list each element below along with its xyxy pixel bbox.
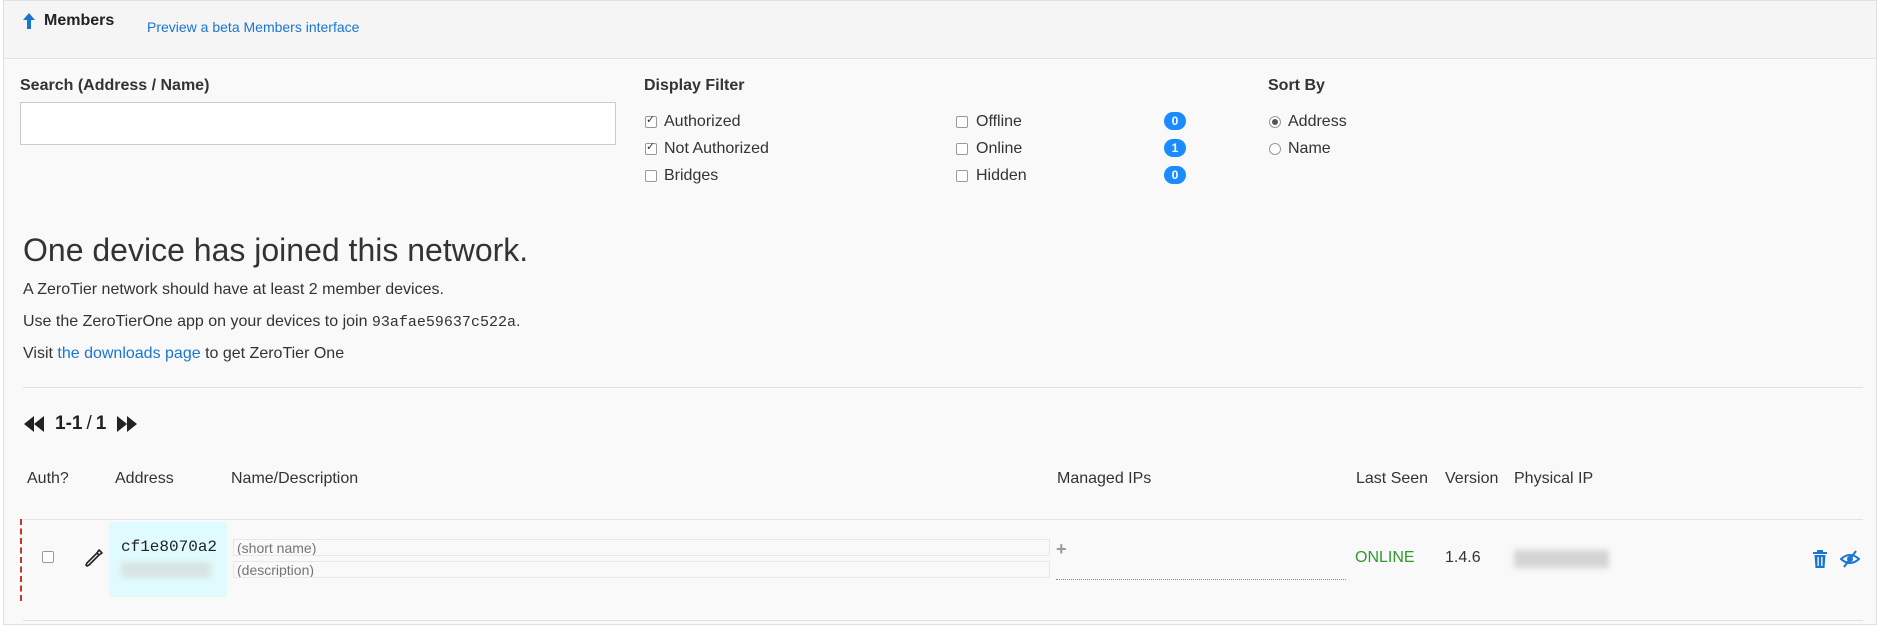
- previous-page-icon[interactable]: [23, 414, 45, 434]
- column-header-managed-ips: Managed IPs: [1057, 470, 1152, 487]
- not-authorized-checkbox[interactable]: [645, 140, 657, 155]
- not-authorized-filter-label: Not Authorized: [664, 140, 769, 157]
- join-instructions: Use the ZeroTierOne app on your devices …: [23, 313, 520, 331]
- members-title: Members: [44, 12, 115, 29]
- bridges-filter-label: Bridges: [664, 167, 719, 184]
- member-address: cf1e8070a2: [121, 538, 218, 556]
- sort-by-label: Sort By: [1268, 77, 1325, 94]
- page-separator: /: [86, 413, 92, 434]
- table-bottom-divider: [23, 620, 1863, 621]
- members-header: Members Preview a beta Members interface: [4, 1, 1876, 59]
- sort-address-radio[interactable]: [1269, 116, 1281, 128]
- page-total: 1: [95, 413, 107, 434]
- managed-ip-input[interactable]: [1056, 579, 1346, 580]
- bridges-checkbox[interactable]: [645, 170, 657, 182]
- member-description-input[interactable]: [233, 561, 1050, 578]
- authorized-checkbox[interactable]: [645, 113, 657, 128]
- column-header-auth: Auth?: [27, 470, 69, 487]
- redacted-physical-ip: [1514, 550, 1609, 568]
- online-filter-label: Online: [976, 140, 1023, 157]
- members-panel: Members Preview a beta Members interface…: [3, 0, 1877, 625]
- downloads-hint-prefix: Visit: [23, 345, 58, 362]
- offline-count-badge: 0: [1164, 112, 1186, 130]
- column-header-last-seen: Last Seen: [1356, 470, 1429, 487]
- pagination: 1-1 / 1: [23, 411, 138, 437]
- offline-filter-label: Offline: [976, 113, 1022, 130]
- network-id: 93afae59637c522a: [371, 314, 516, 331]
- hide-member-icon[interactable]: [1840, 549, 1860, 569]
- display-filter-label: Display Filter: [644, 77, 745, 94]
- member-last-seen: ONLINE: [1355, 549, 1415, 566]
- column-header-version: Version: [1445, 470, 1499, 487]
- downloads-hint-suffix: to get ZeroTier One: [200, 345, 345, 362]
- section-divider: [23, 387, 1863, 388]
- sort-name-label: Name: [1288, 140, 1331, 157]
- downloads-hint: Visit the downloads page to get ZeroTier…: [23, 345, 344, 363]
- arrow-up-icon[interactable]: [21, 12, 37, 30]
- hidden-checkbox[interactable]: [956, 170, 968, 182]
- member-version: 1.4.6: [1445, 549, 1481, 566]
- add-managed-ip-icon[interactable]: +: [1056, 539, 1067, 560]
- member-address-cell: [109, 522, 227, 597]
- online-count-badge: 1: [1164, 139, 1186, 157]
- column-header-name: Name/Description: [231, 470, 359, 487]
- column-header-physical-ip: Physical IP: [1514, 470, 1594, 487]
- sort-address-label: Address: [1288, 113, 1347, 130]
- online-checkbox[interactable]: [956, 143, 968, 155]
- join-instructions-suffix: .: [515, 313, 521, 330]
- downloads-page-link[interactable]: the downloads page: [57, 345, 200, 362]
- wrench-icon[interactable]: [84, 548, 104, 568]
- join-notice-heading: One device has joined this network.: [23, 232, 529, 268]
- hidden-count-badge: 0: [1164, 166, 1186, 184]
- search-label: Search (Address / Name): [20, 77, 210, 94]
- trash-icon[interactable]: [1811, 549, 1829, 569]
- sort-name-radio[interactable]: [1269, 143, 1281, 155]
- redacted-member-ip: [121, 562, 211, 578]
- page-range: 1-1: [55, 413, 83, 434]
- join-instructions-prefix: Use the ZeroTierOne app on your devices …: [23, 313, 372, 330]
- offline-checkbox[interactable]: [956, 116, 968, 128]
- search-input[interactable]: [20, 102, 616, 145]
- member-auth-checkbox[interactable]: [42, 551, 54, 563]
- next-page-icon[interactable]: [116, 414, 138, 434]
- authorized-filter-label: Authorized: [664, 113, 741, 130]
- beta-interface-link[interactable]: Preview a beta Members interface: [147, 19, 359, 35]
- member-short-name-input[interactable]: [233, 539, 1050, 556]
- column-header-address: Address: [115, 470, 174, 487]
- hidden-filter-label: Hidden: [976, 167, 1027, 184]
- member-count-hint: A ZeroTier network should have at least …: [23, 281, 444, 298]
